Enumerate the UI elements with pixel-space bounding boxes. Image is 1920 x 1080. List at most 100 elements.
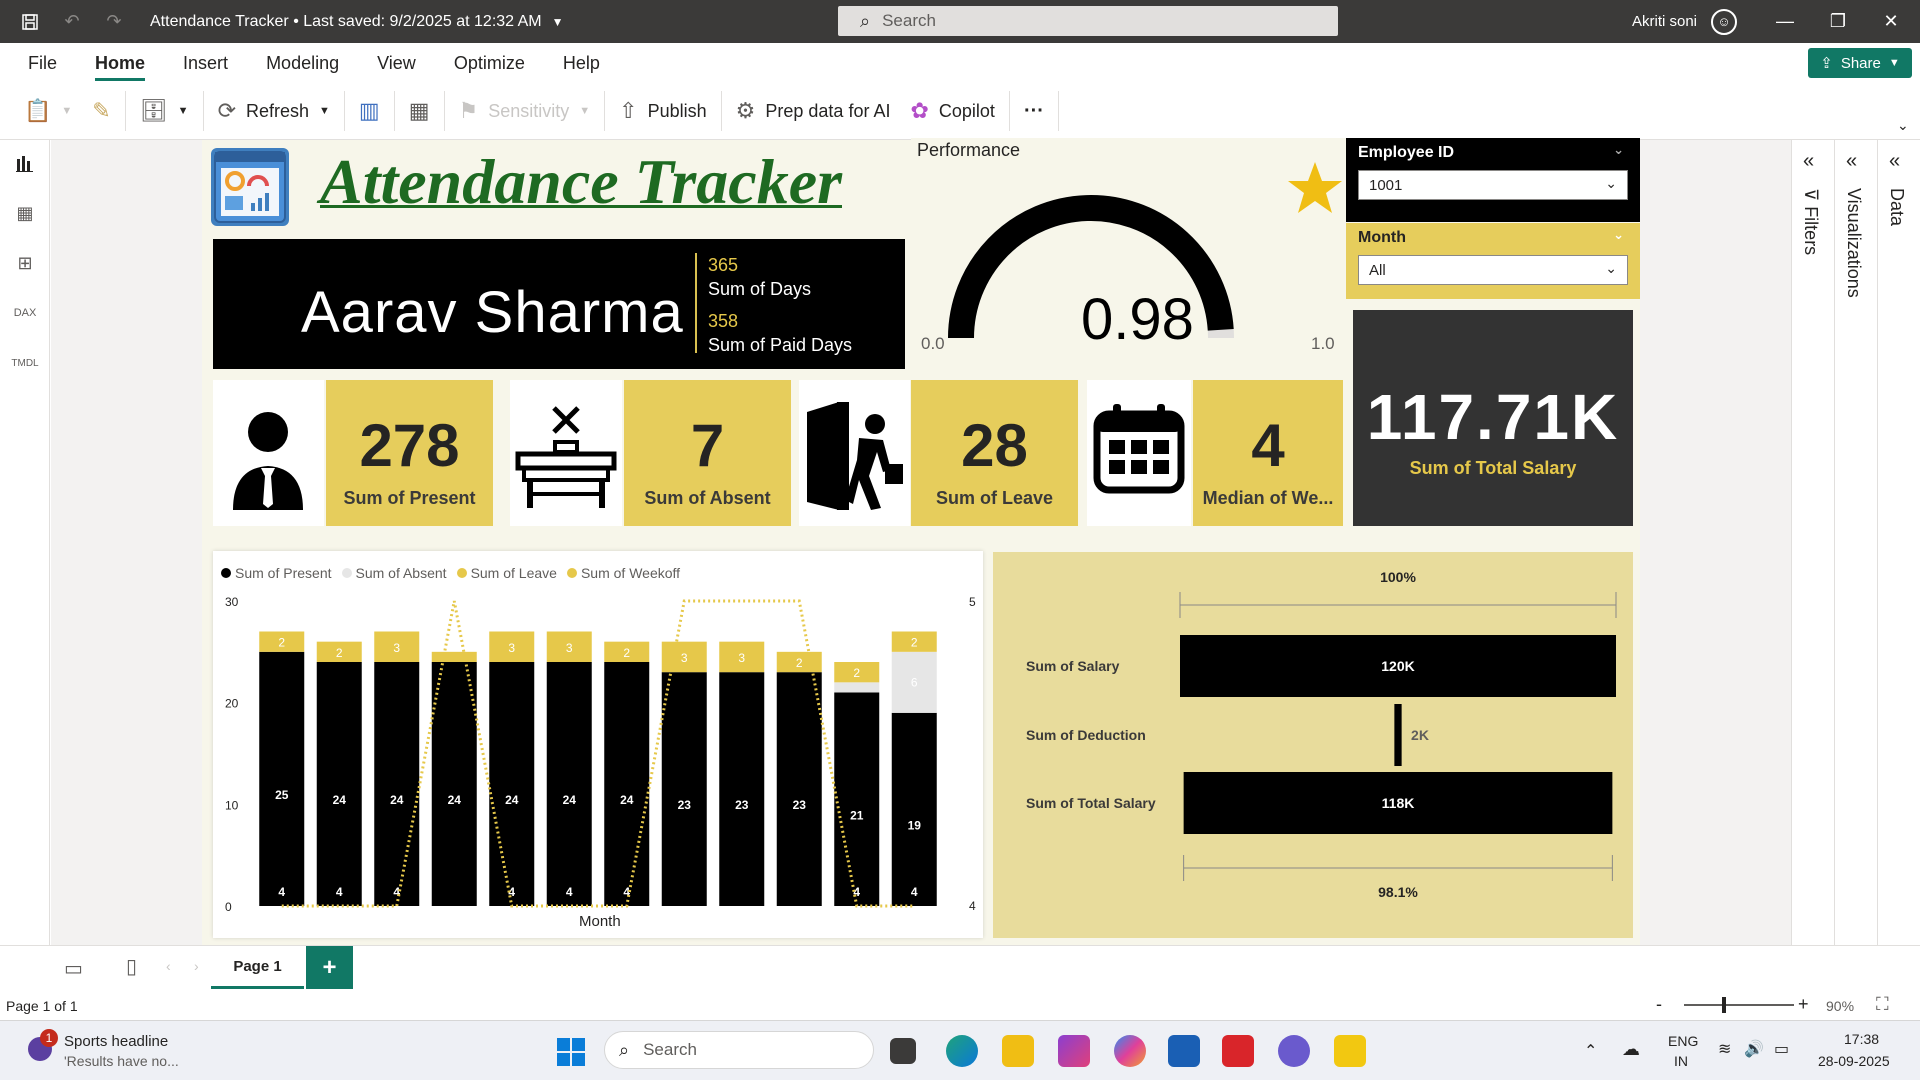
store-icon[interactable] [1168,1035,1200,1067]
more-options-button[interactable]: ··· [1014,91,1054,131]
save-icon[interactable] [18,10,42,34]
dax-query-icon[interactable]: DAX [12,300,38,326]
data-pane[interactable]: « Data [1877,140,1919,945]
bar-present [374,662,420,906]
model-view-icon[interactable]: ⊞ [12,250,38,276]
avatar-icon: ☺ [1711,8,1738,35]
slicer-value: All [1369,261,1386,279]
user-account[interactable]: Akriti soni ☺ [1632,0,1738,43]
refresh-button[interactable]: ⟳ Refresh ▼ [208,91,340,131]
menu-optimize[interactable]: Optimize [454,43,525,83]
employee-icon [213,380,324,526]
paid-days-label: Sum of Paid Days [708,335,853,355]
star-icon [1288,162,1342,213]
close-button[interactable]: ✕ [1868,0,1914,43]
kpi-absent-card[interactable]: 7 Sum of Absent [624,380,791,526]
tab-page-1[interactable]: Page 1 [211,946,304,989]
task-view-icon[interactable] [890,1038,916,1064]
power-bi-icon[interactable] [1334,1035,1366,1067]
edge-icon[interactable] [946,1035,978,1067]
expand-icon[interactable]: « [1803,150,1814,173]
fit-page-icon[interactable]: ⛶ [1876,994,1889,1015]
minimize-button[interactable]: — [1762,0,1808,43]
publish-button[interactable]: ⇧ Publish [609,91,716,131]
zoom-in-button[interactable]: + [1798,994,1809,1015]
zoom-thumb[interactable] [1722,997,1726,1013]
weekoff-label: 4 [853,885,860,899]
wps-icon[interactable] [1222,1035,1254,1067]
restore-button[interactable]: ❐ [1815,0,1861,43]
filters-pane[interactable]: « ⊽ Filters [1791,140,1833,945]
new-visual-button[interactable]: ▥ [349,91,390,131]
ribbon-collapse-icon[interactable]: ⌄ [1897,117,1909,134]
menu-modeling[interactable]: Modeling [266,43,339,83]
month-dropdown[interactable]: All ⌄ [1358,255,1628,285]
expand-icon[interactable]: « [1889,150,1900,173]
tray-chevron-icon[interactable]: ⌃ [1584,1041,1597,1061]
zoom-level[interactable]: 90% [1826,998,1854,1014]
menu-insert[interactable]: Insert [183,43,228,83]
redo-icon[interactable]: ↷ [102,10,126,34]
format-painter-button[interactable]: ✎ [82,91,120,131]
volume-icon[interactable]: 🔊 [1744,1039,1764,1059]
kpi-present-card[interactable]: 278 Sum of Present [326,380,493,526]
publish-label: Publish [647,100,707,121]
leave-exit-icon [799,380,910,526]
taskbar-search[interactable]: ⌕ Search [604,1031,874,1069]
table-view-icon[interactable]: ▦ [12,200,38,226]
clock-time[interactable]: 17:38 [1844,1031,1879,1047]
cloud-icon[interactable]: ☁ [1622,1039,1640,1060]
copilot-button[interactable]: ✿ Copilot [900,91,1004,131]
app-icon[interactable] [1278,1035,1310,1067]
m365-icon[interactable] [1058,1035,1090,1067]
gauge-min: 0.0 [921,334,945,353]
zoom-slider[interactable] [1684,997,1794,1013]
mobile-layout-icon[interactable]: ▯ [126,954,137,979]
sensitivity-button[interactable]: ⚑ Sensitivity ▼ [449,91,601,131]
kpi-weekoff-card[interactable]: 4 Median of We... [1193,380,1343,526]
total-salary-card[interactable]: 117.71K Sum of Total Salary [1353,310,1633,526]
visualizations-pane[interactable]: « Visualizations [1834,140,1876,945]
new-measure-button[interactable]: ▦ [399,91,440,131]
clock-date[interactable]: 28-09-2025 [1818,1053,1890,1069]
prep-data-button[interactable]: ⚙ Prep data for AI [726,91,901,131]
menu-file[interactable]: File [28,43,57,83]
report-title: Attendance Tracker [320,146,842,217]
news-widget[interactable]: 1 Sports headline 'Results have no... [24,1029,224,1073]
menu-bar: File Home Insert Modeling View Optimize … [0,43,1920,83]
add-page-button[interactable]: + [306,946,353,989]
attendance-chart[interactable]: Sum of Present Sum of Absent Sum of Leav… [213,551,983,938]
slicer-value: 1001 [1369,176,1403,194]
report-view-icon[interactable] [12,150,38,176]
title-dropdown-icon[interactable]: ▼ [552,15,564,29]
file-explorer-icon[interactable] [1002,1035,1034,1067]
zoom-out-button[interactable]: - [1656,994,1662,1015]
next-page-icon[interactable]: › [194,958,199,974]
employee-id-slicer[interactable]: Employee ID ⌄ 1001 ⌄ [1346,138,1640,222]
battery-icon[interactable]: ▭ [1774,1039,1789,1059]
lang-2[interactable]: IN [1674,1053,1688,1069]
menu-help[interactable]: Help [563,43,600,83]
kpi-leave-value: 28 [961,412,1028,479]
menu-home[interactable]: Home [95,43,146,83]
get-data-button[interactable]: 🗄 ▼ [130,91,199,131]
prev-page-icon[interactable]: ‹ [166,958,171,974]
performance-gauge[interactable]: Performance 0.98 0.0 1.0 [911,138,1346,369]
salary-funnel[interactable]: 100% Sum of Salary 120K Sum of Deduction 2K S… [993,552,1633,938]
kpi-leave-card[interactable]: 28 Sum of Leave [911,380,1078,526]
lang-1[interactable]: ENG [1668,1033,1698,1049]
tmdl-view-icon[interactable]: TMDL [11,350,38,376]
paste-button[interactable]: 📋 ▼ [14,91,82,131]
menu-view[interactable]: View [377,43,416,83]
expand-icon[interactable]: « [1846,150,1857,173]
bar-label-leave: 3 [681,651,688,665]
desktop-layout-icon[interactable]: ▭ [64,956,83,981]
start-button[interactable] [556,1037,586,1067]
month-slicer[interactable]: Month ⌄ All ⌄ [1346,223,1640,299]
wifi-icon[interactable]: ≋ [1718,1039,1731,1059]
share-button[interactable]: ⇪ Share ▼ [1808,48,1912,78]
undo-icon[interactable]: ↶ [60,10,84,34]
employee-id-dropdown[interactable]: 1001 ⌄ [1358,170,1628,200]
copilot-app-icon[interactable] [1114,1035,1146,1067]
search-input[interactable]: ⌕ Search [838,6,1338,36]
